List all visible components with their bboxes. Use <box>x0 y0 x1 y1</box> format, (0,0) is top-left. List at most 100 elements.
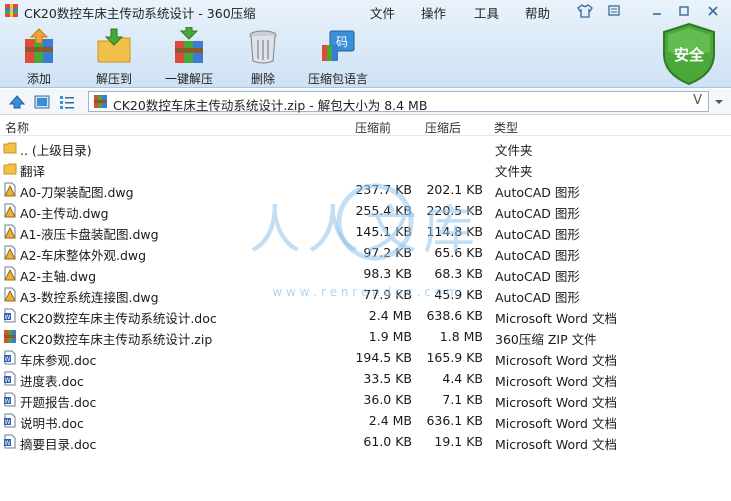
file-name: A2-车床整体外观.dwg <box>20 248 147 263</box>
address-dropdown-button[interactable] <box>711 93 727 111</box>
archive-language-button[interactable]: 码 压缩包语言 <box>306 25 370 86</box>
column-header-size[interactable]: 压缩前 <box>355 119 391 136</box>
menu-help[interactable]: 帮助 <box>525 3 550 22</box>
word-document-icon: W <box>4 371 16 386</box>
file-size: 237.7 KB <box>355 182 412 197</box>
skin-shirt-icon[interactable] <box>574 2 596 20</box>
close-icon[interactable] <box>702 2 724 20</box>
title-toolbar-area: CK20数控车床主传动系统设计 - 360压缩 文件 操作 工具 帮助 添加 解… <box>0 0 731 88</box>
file-row[interactable]: W 摘要目录.doc 61.0 KB 19.1 KB Microsoft Word 文档 <box>0 431 731 452</box>
address-history-toggle[interactable]: V <box>693 93 702 108</box>
file-list: .. (上级目录) 文件夹翻译 文件夹 A0-刀架装配图.dwg 237.7 KB 202… <box>0 137 731 452</box>
file-type: Microsoft Word 文档 <box>495 311 617 326</box>
feedback-icon[interactable] <box>603 2 625 20</box>
file-type: AutoCAD 图形 <box>495 206 580 221</box>
list-view-icon[interactable] <box>58 93 76 111</box>
word-document-icon: W <box>4 308 16 323</box>
file-size: 33.5 KB <box>363 371 412 386</box>
file-type: Microsoft Word 文档 <box>495 395 617 410</box>
file-name: 车床参观.doc <box>20 353 97 368</box>
file-row[interactable]: W 开题报告.doc 36.0 KB 7.1 KB Microsoft Word 文档 <box>0 389 731 410</box>
file-row[interactable]: W 说明书.doc 2.4 MB 636.1 KB Microsoft Word 文档 <box>0 410 731 431</box>
svg-text:W: W <box>5 419 11 426</box>
chevron-down-icon <box>715 100 723 104</box>
up-arrow-icon[interactable] <box>8 93 26 111</box>
address-path-field[interactable]: CK20数控车床主传动系统设计.zip - 解包大小为 8.4 MB V <box>88 91 709 113</box>
delete-button[interactable]: 删除 <box>231 25 295 86</box>
file-row[interactable]: .. (上级目录) 文件夹 <box>0 137 731 158</box>
file-compressed-size: 7.1 KB <box>442 392 483 407</box>
file-row[interactable]: A3-数控系统连接图.dwg 77.9 KB 45.9 KB AutoCAD 图形 <box>0 284 731 305</box>
file-compressed-size: 202.1 KB <box>426 182 483 197</box>
autocad-file-icon <box>4 266 16 281</box>
column-header-compressed[interactable]: 压缩后 <box>425 119 461 136</box>
file-size: 97.2 KB <box>363 245 412 260</box>
file-type: 文件夹 <box>495 164 533 179</box>
delete-label: 删除 <box>250 72 275 86</box>
file-row[interactable]: 翻译 文件夹 <box>0 158 731 179</box>
file-row[interactable]: CK20数控车床主传动系统设计.zip 1.9 MB 1.8 MB 360压缩 ZIP… <box>0 326 731 347</box>
file-size: 194.5 KB <box>355 350 412 365</box>
menu-tools[interactable]: 工具 <box>474 3 499 22</box>
file-row[interactable]: A2-车床整体外观.dwg 97.2 KB 65.6 KB AutoCAD 图形 <box>0 242 731 263</box>
security-shield-button[interactable]: 安全 <box>660 22 718 86</box>
autocad-file-icon <box>4 287 16 302</box>
one-click-extract-icon <box>175 27 203 63</box>
one-click-extract-button[interactable]: 一键解压 <box>157 25 221 86</box>
file-type: AutoCAD 图形 <box>495 227 580 242</box>
file-size: 2.4 MB <box>368 413 412 428</box>
safety-label: 安全 <box>673 46 704 64</box>
file-name: A2-主轴.dwg <box>20 269 97 284</box>
folder-icon <box>3 163 17 175</box>
file-name: CK20数控车床主传动系统设计.zip <box>20 332 213 347</box>
file-type: Microsoft Word 文档 <box>495 374 617 389</box>
svg-text:W: W <box>5 398 11 405</box>
column-header-type[interactable]: 类型 <box>494 119 518 136</box>
file-compressed-size: 68.3 KB <box>434 266 483 281</box>
maximize-icon[interactable] <box>673 2 695 20</box>
file-compressed-size: 45.9 KB <box>434 287 483 302</box>
file-row[interactable]: A2-主轴.dwg 98.3 KB 68.3 KB AutoCAD 图形 <box>0 263 731 284</box>
file-row[interactable]: W 进度表.doc 33.5 KB 4.4 KB Microsoft Word 文档 <box>0 368 731 389</box>
app-icon <box>5 4 18 17</box>
file-size: 98.3 KB <box>363 266 412 281</box>
file-compressed-size: 165.9 KB <box>426 350 483 365</box>
file-name: 说明书.doc <box>20 416 84 431</box>
word-document-icon: W <box>4 434 16 449</box>
file-name: A0-刀架装配图.dwg <box>20 185 134 200</box>
thumbnail-view-icon[interactable] <box>33 93 51 111</box>
file-compressed-size: 4.4 KB <box>442 371 483 386</box>
column-header-name[interactable]: 名称 <box>5 119 29 136</box>
file-type: AutoCAD 图形 <box>495 269 580 284</box>
file-row[interactable]: A0-刀架装配图.dwg 237.7 KB 202.1 KB AutoCAD 图形 <box>0 179 731 200</box>
file-type: AutoCAD 图形 <box>495 248 580 263</box>
file-compressed-size: 19.1 KB <box>434 434 483 449</box>
menu-file[interactable]: 文件 <box>370 3 395 22</box>
file-row[interactable]: A1-液压卡盘装配图.dwg 145.1 KB 114.8 KB AutoCAD 图形 <box>0 221 731 242</box>
file-row[interactable]: W 车床参观.doc 194.5 KB 165.9 KB Microsoft Word … <box>0 347 731 368</box>
add-button[interactable]: 添加 <box>7 25 71 86</box>
file-name: 进度表.doc <box>20 374 84 389</box>
file-size: 36.0 KB <box>363 392 412 407</box>
file-name: 翻译 <box>20 164 46 179</box>
add-label: 添加 <box>26 72 51 86</box>
file-compressed-size: 220.5 KB <box>426 203 483 218</box>
file-name: 摘要目录.doc <box>20 437 97 452</box>
file-row[interactable]: W CK20数控车床主传动系统设计.doc 2.4 MB 638.6 KB Micros… <box>0 305 731 326</box>
file-row[interactable]: A0-主传动.dwg 255.4 KB 220.5 KB AutoCAD 图形 <box>0 200 731 221</box>
file-type: AutoCAD 图形 <box>495 185 580 200</box>
file-type: Microsoft Word 文档 <box>495 353 617 368</box>
address-bar: CK20数控车床主传动系统设计.zip - 解包大小为 8.4 MB V <box>0 89 731 115</box>
svg-text:W: W <box>5 356 11 363</box>
file-size: 2.4 MB <box>368 308 412 323</box>
autocad-file-icon <box>4 182 16 197</box>
extract-to-button[interactable]: 解压到 <box>82 25 146 86</box>
window-title: CK20数控车床主传动系统设计 - 360压缩 <box>24 6 256 21</box>
file-type: Microsoft Word 文档 <box>495 416 617 431</box>
minimize-icon[interactable] <box>646 2 668 20</box>
file-compressed-size: 114.8 KB <box>426 224 483 239</box>
trash-can-icon <box>249 30 277 64</box>
menu-operation[interactable]: 操作 <box>421 3 446 22</box>
file-type: Microsoft Word 文档 <box>495 437 617 452</box>
file-size: 255.4 KB <box>355 203 412 218</box>
